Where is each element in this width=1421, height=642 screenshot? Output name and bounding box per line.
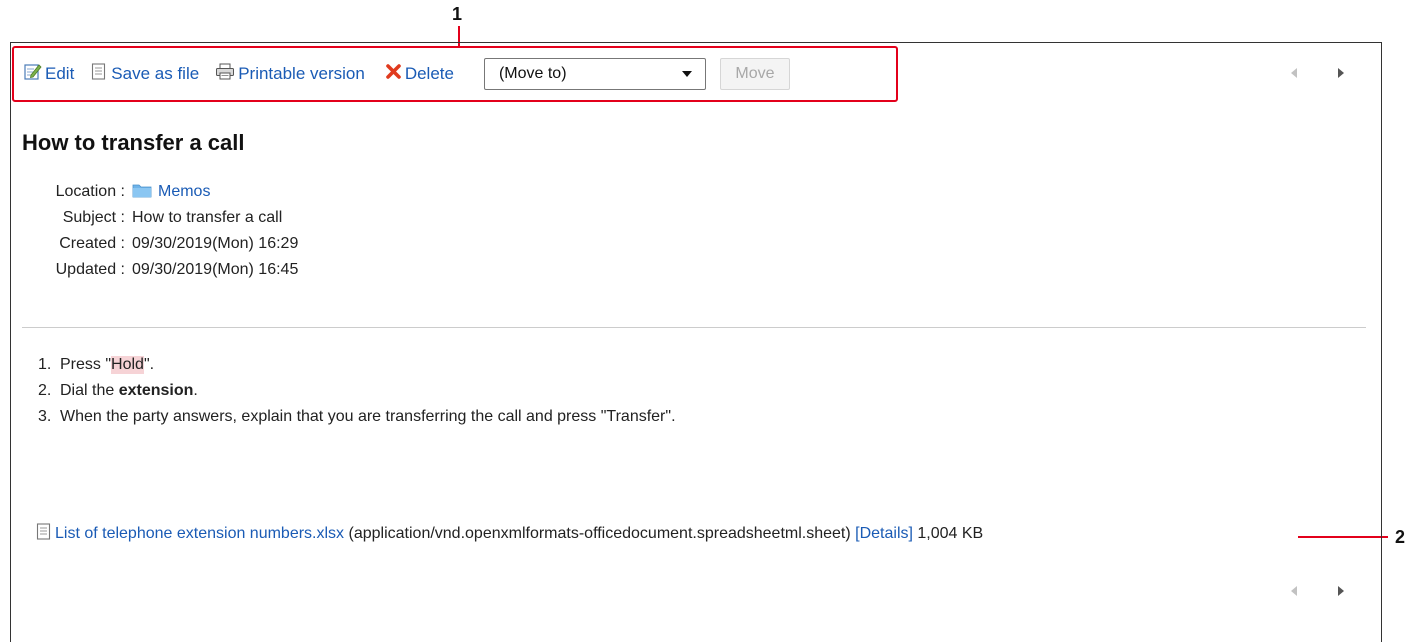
updated-label: Updated : (55, 261, 125, 278)
location-row: Location : Memos (28, 180, 298, 204)
step-text-part: Dial the (60, 382, 119, 399)
printer-icon (215, 63, 235, 85)
attachment-mime-type: (application/vnd.openxmlformats-officedo… (344, 525, 856, 542)
highlighted-text: Hold (111, 356, 144, 374)
created-value: 09/30/2019(Mon) 16:29 (132, 235, 299, 252)
attachment-filename-link[interactable]: List of telephone extension numbers.xlsx (55, 525, 344, 543)
location-value: Memos (132, 182, 210, 203)
step-number: 1. (38, 356, 52, 373)
step-text: When the party answers, explain that you… (60, 408, 676, 425)
save-as-file-label: Save as file (111, 64, 200, 83)
edit-icon (24, 63, 42, 85)
location-label: Location : (55, 183, 125, 200)
list-item: 3. When the party answers, explain that … (38, 405, 676, 429)
memo-body-steps: 1. Press " Hold ". 2. Dial the extension. … (38, 353, 676, 431)
prev-arrow-icon[interactable] (1287, 584, 1301, 598)
location-link[interactable]: Memos (158, 183, 210, 201)
edit-button[interactable]: Edit (24, 63, 74, 85)
memo-title: How to transfer a call (22, 130, 245, 155)
prev-arrow-icon[interactable] (1287, 66, 1301, 80)
move-button[interactable]: Move (719, 58, 790, 90)
list-item: 1. Press " Hold ". (38, 353, 676, 377)
step-text-part: ". (143, 356, 155, 373)
edit-label: Edit (45, 64, 75, 83)
step-number: 3. (38, 408, 52, 425)
printable-version-button[interactable]: Printable version (215, 63, 365, 85)
delete-button[interactable]: Delete (385, 63, 454, 85)
created-label: Created : (59, 235, 125, 252)
next-arrow-icon[interactable] (1334, 584, 1348, 598)
attachment-row: List of telephone extension numbers.xlsx… (35, 522, 983, 546)
created-row: Created : 09/30/2019(Mon) 16:29 (28, 232, 298, 256)
move-to-select[interactable]: (Move to) (483, 58, 706, 90)
step-number: 2. (38, 382, 52, 399)
move-to-select-value: (Move to) (498, 65, 567, 82)
step-text-part: Press " (60, 356, 112, 373)
attachment-details-link[interactable]: [Details] (855, 525, 913, 543)
delete-label: Delete (404, 64, 454, 83)
updated-value: 09/30/2019(Mon) 16:45 (132, 261, 299, 278)
memo-toolbar: Edit Save as file Printable version Dele… (24, 58, 790, 90)
step-text-part: . (193, 382, 198, 399)
subject-label: Subject : (62, 209, 125, 226)
attachment-file-icon (35, 523, 52, 545)
save-as-file-button[interactable]: Save as file (90, 63, 199, 85)
file-icon (90, 63, 108, 85)
callout-number-1: 1 (452, 4, 463, 24)
subject-row: Subject : How to transfer a call (28, 206, 298, 230)
content-divider (22, 327, 1366, 328)
printable-version-label: Printable version (238, 64, 365, 83)
chevron-down-icon (681, 65, 693, 83)
updated-row: Updated : 09/30/2019(Mon) 16:45 (28, 258, 299, 282)
next-arrow-icon[interactable] (1334, 66, 1348, 80)
memo-metadata: Location : Memos Subject : How to transf… (28, 180, 299, 284)
subject-value: How to transfer a call (132, 209, 283, 226)
list-item: 2. Dial the extension. (38, 379, 676, 403)
attachment-size: 1,004 KB (912, 525, 984, 542)
delete-x-icon (385, 63, 402, 85)
callout-number-2: 2 (1395, 527, 1406, 547)
bold-text: extension (118, 382, 194, 399)
folder-icon (132, 182, 152, 203)
